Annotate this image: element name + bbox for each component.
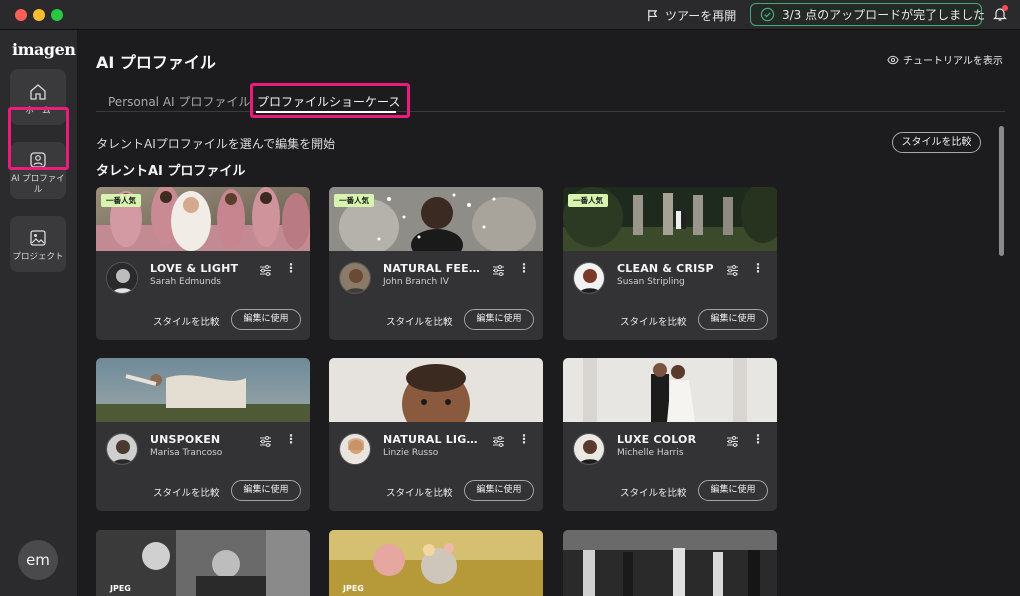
use-for-editing-button[interactable]: 編集に使用 — [231, 309, 301, 330]
more-options-icon[interactable]: ⋮ — [518, 432, 530, 446]
profile-title: LUXE COLOR — [617, 433, 697, 446]
profile-author: Michelle Harris — [617, 448, 684, 458]
page-title: AI プロファイル — [96, 53, 216, 72]
profile-title: NATURAL FEELS — [383, 262, 483, 275]
more-options-icon[interactable]: ⋮ — [285, 261, 297, 275]
file-type-tag: JPEG — [343, 584, 364, 593]
file-type-tag: JPEG — [110, 584, 131, 593]
highlight-annotation — [8, 107, 69, 170]
profile-author: John Branch IV — [383, 277, 449, 287]
author-avatar — [106, 433, 138, 465]
profile-title: NATURAL LIGH… — [383, 433, 483, 446]
upload-status-pill[interactable]: 3/3 点のアップロードが完了しました — [750, 3, 986, 26]
title-bar: ツアーを再開 3/3 点のアップロードが完了しました — [0, 0, 1020, 30]
highlight-annotation — [250, 83, 410, 118]
use-for-editing-button[interactable]: 編集に使用 — [464, 309, 534, 330]
compare-styles-button[interactable]: スタイルを比較 — [892, 132, 981, 153]
card-compare-styles-button[interactable]: スタイルを比較 — [620, 485, 687, 499]
profile-card[interactable]: 一番人気 CLEAN & CRISP Susan Stripling ⋮ スタイ… — [563, 187, 777, 340]
project-icon — [30, 230, 46, 246]
sliders-icon[interactable] — [492, 264, 505, 277]
card-preview-image: 一番人気 — [563, 187, 777, 251]
sliders-icon[interactable] — [726, 435, 739, 448]
profile-title: CLEAN & CRISP — [617, 262, 714, 275]
eye-icon — [887, 55, 899, 64]
zoom-window-button[interactable] — [51, 9, 63, 21]
card-compare-styles-button[interactable]: スタイルを比較 — [386, 314, 453, 328]
profile-title: LOVE & LIGHT — [150, 262, 239, 275]
popular-badge: 一番人気 — [568, 194, 608, 207]
author-avatar — [573, 262, 605, 294]
home-icon — [30, 84, 46, 100]
profile-card[interactable] — [563, 530, 777, 596]
profile-card[interactable]: UNSPOKEN Marisa Trancoso ⋮ スタイルを比較 編集に使用 — [96, 358, 310, 511]
check-circle-icon — [760, 7, 775, 22]
user-avatar[interactable]: em — [18, 540, 58, 580]
scrollbar-thumb[interactable] — [999, 126, 1004, 256]
profile-card[interactable]: JPEG — [329, 530, 543, 596]
use-for-editing-button[interactable]: 編集に使用 — [231, 480, 301, 501]
minimize-window-button[interactable] — [33, 9, 45, 21]
page-subtitle: タレントAIプロファイルを選んで編集を開始 — [96, 137, 336, 151]
profile-author: Sarah Edmunds — [150, 277, 221, 287]
card-compare-styles-button[interactable]: スタイルを比較 — [620, 314, 687, 328]
profile-author: Linzie Russo — [383, 448, 439, 458]
card-preview-image — [96, 358, 310, 422]
use-for-editing-button[interactable]: 編集に使用 — [464, 480, 534, 501]
upload-status-text: 3/3 点のアップロードが完了しました — [782, 8, 986, 22]
more-options-icon[interactable]: ⋮ — [518, 261, 530, 275]
profile-author: Susan Stripling — [617, 277, 685, 287]
use-for-editing-button[interactable]: 編集に使用 — [698, 480, 768, 501]
notification-dot — [1002, 5, 1008, 11]
popular-badge: 一番人気 — [334, 194, 374, 207]
resume-tour-button[interactable]: ツアーを再開 — [646, 7, 736, 24]
section-title: タレントAI プロファイル — [96, 164, 246, 179]
profile-title: UNSPOKEN — [150, 433, 221, 446]
show-tutorial-button[interactable]: チュートリアルを表示 — [887, 52, 1003, 67]
close-window-button[interactable] — [15, 9, 27, 21]
card-preview-image — [563, 530, 777, 596]
profile-author: Marisa Trancoso — [150, 448, 223, 458]
sliders-icon[interactable] — [259, 435, 272, 448]
card-compare-styles-button[interactable]: スタイルを比較 — [153, 485, 220, 499]
card-compare-styles-button[interactable]: スタイルを比較 — [153, 314, 220, 328]
sidebar-item-label: プロジェクト — [12, 252, 64, 262]
sidebar-item-project[interactable]: プロジェクト — [10, 216, 66, 272]
card-preview-image: 一番人気 — [329, 187, 543, 251]
profile-card[interactable]: NATURAL LIGH… Linzie Russo ⋮ スタイルを比較 編集に… — [329, 358, 543, 511]
more-options-icon[interactable]: ⋮ — [752, 432, 764, 446]
profile-card[interactable]: 一番人気 LOVE & LIGHT Sarah Edmunds ⋮ スタイルを比… — [96, 187, 310, 340]
card-preview-image: 一番人気 — [96, 187, 310, 251]
sliders-icon[interactable] — [726, 264, 739, 277]
author-avatar — [106, 262, 138, 294]
card-preview-image: JPEG — [96, 530, 310, 596]
author-avatar — [339, 433, 371, 465]
profile-card[interactable]: LUXE COLOR Michelle Harris ⋮ スタイルを比較 編集に… — [563, 358, 777, 511]
show-tutorial-label: チュートリアルを表示 — [903, 56, 1003, 67]
card-preview-image — [563, 358, 777, 422]
profile-card[interactable]: 一番人気 NATURAL FEELS John Branch IV ⋮ スタイル… — [329, 187, 543, 340]
tab-divider — [96, 111, 1005, 112]
more-options-icon[interactable]: ⋮ — [752, 261, 764, 275]
author-avatar — [573, 433, 605, 465]
resume-tour-label: ツアーを再開 — [665, 9, 737, 23]
tab-personal-ai-profile[interactable]: Personal AI プロファイル — [108, 93, 250, 110]
author-avatar — [339, 262, 371, 294]
more-options-icon[interactable]: ⋮ — [285, 432, 297, 446]
card-preview-image — [329, 358, 543, 422]
sliders-icon[interactable] — [492, 435, 505, 448]
app-logo: imagen — [12, 40, 76, 59]
card-compare-styles-button[interactable]: スタイルを比較 — [386, 485, 453, 499]
profile-card[interactable]: JPEG — [96, 530, 310, 596]
use-for-editing-button[interactable]: 編集に使用 — [698, 309, 768, 330]
sliders-icon[interactable] — [259, 264, 272, 277]
sidebar-item-label: AI プロファイル — [11, 174, 65, 195]
flag-icon — [648, 9, 658, 22]
popular-badge: 一番人気 — [101, 194, 141, 207]
card-preview-image: JPEG — [329, 530, 543, 596]
